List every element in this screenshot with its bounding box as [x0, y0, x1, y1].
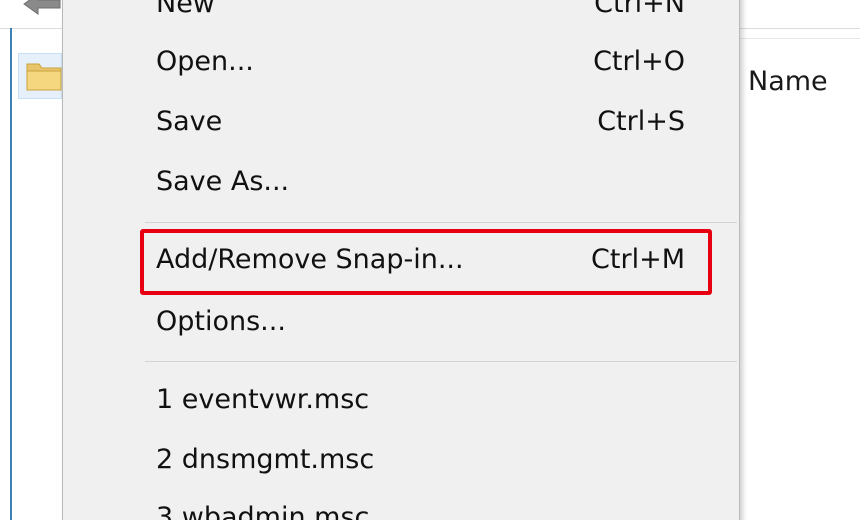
menu-separator — [145, 222, 737, 223]
annotation-highlight-box — [140, 229, 712, 295]
menu-item-open[interactable]: Open... Ctrl+O — [63, 34, 739, 90]
mmc-console-window: Name New Ctrl+N Open... Ctrl+O Save Ctrl… — [0, 0, 860, 520]
menu-item-shortcut: Ctrl+O — [593, 46, 685, 77]
menu-item-label: Save As... — [156, 166, 290, 197]
menu-item-label: New — [156, 0, 215, 19]
menu-item-label: Options... — [156, 306, 286, 337]
menu-item-shortcut: Ctrl+S — [597, 106, 685, 137]
name-column-header[interactable]: Name — [748, 66, 828, 97]
menu-item-label: 1 eventvwr.msc — [156, 384, 370, 415]
menu-item-save[interactable]: Save Ctrl+S — [63, 94, 739, 150]
menu-separator — [145, 361, 737, 362]
menu-item-label: Save — [156, 106, 223, 137]
menu-item-options[interactable]: Options... — [63, 294, 739, 350]
menu-item-new[interactable]: New Ctrl+N — [63, 0, 739, 32]
menu-item-recent-1[interactable]: 1 eventvwr.msc — [63, 372, 739, 428]
folder-icon — [26, 63, 62, 91]
back-arrow-icon[interactable] — [22, 0, 62, 16]
menu-item-recent-2[interactable]: 2 dnsmgmt.msc — [63, 432, 739, 488]
menu-item-label: 3 wbadmin.msc — [156, 502, 370, 520]
menu-item-recent-3[interactable]: 3 wbadmin.msc — [63, 490, 739, 520]
menu-item-label: 2 dnsmgmt.msc — [156, 444, 375, 475]
menu-item-label: Open... — [156, 46, 254, 77]
results-pane-divider — [740, 38, 860, 39]
menu-item-shortcut: Ctrl+N — [594, 0, 685, 19]
console-tree-pane — [12, 48, 62, 520]
menu-item-save-as[interactable]: Save As... — [63, 154, 739, 210]
